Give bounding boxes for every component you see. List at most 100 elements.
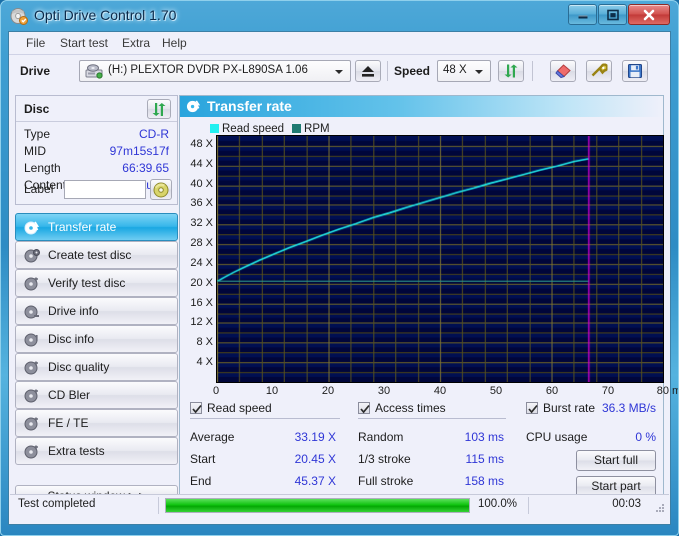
read-label-button[interactable] [150,179,172,200]
chart-panel: Transfer rate Read speed RPM 4 X 8 X 12 X 16… [179,95,679,513]
chart-plot-area [216,135,664,383]
client-area: File Start test Extra Help Drive (H:) PL… [8,31,679,525]
stat-end-value: 45.37 X [294,474,336,488]
y-tick-label: 12 X [190,316,213,329]
drive-value: (H:) PLEXTOR DVDR PX-L890SA 1.06 [108,64,308,76]
stat-start-value: 20.45 X [294,452,336,466]
progress-bar [165,498,470,513]
refresh-speed-button[interactable] [498,60,524,82]
access-times-checkbox[interactable] [358,402,370,414]
menu-item-start-test[interactable]: Start test [55,35,113,52]
title-bar: Opti Drive Control 1.70 [0,0,679,33]
sidebar-item-create-test-disc[interactable]: Create test disc [15,241,178,269]
disc-row-type-value: CD-R [139,127,169,141]
y-tick-label: 4 X [196,356,213,369]
menu-item-extra[interactable]: Extra [117,35,155,52]
y-tick-label: 16 X [190,296,213,309]
chart-panel-header: Transfer rate [180,96,663,117]
chart-x-axis: 0 10 20 30 40 50 60 70 80 min [180,384,679,400]
sidebar-label: CD Bler [48,388,91,402]
progress-percent: 100.0% [478,498,518,510]
progress-bar-fill [166,499,469,512]
status-bar: Test completed 100.0% 00:03 [10,494,669,515]
sidebar-item-extra-tests[interactable]: Extra tests [15,437,178,465]
speed-select[interactable]: 48 X [437,60,491,82]
y-tick-label: 24 X [190,256,213,269]
refresh-disc-button[interactable] [147,99,171,119]
sidebar-label: Verify test disc [48,276,126,290]
maximize-button[interactable] [598,4,627,25]
start-part-label: Start part [591,479,641,493]
sidebar-label: Disc info [48,332,95,346]
drive-select[interactable]: (H:) PLEXTOR DVDR PX-L890SA 1.06 [79,60,351,82]
disc-row-length-name: Length [24,161,61,175]
disc-transfer-icon [24,220,40,236]
sidebar-label: Disc quality [48,360,110,374]
legend-label-read-speed: Read speed [222,123,285,135]
y-tick-label: 32 X [190,217,213,230]
disc-row-mid-value: 97m15s17f [109,144,169,158]
close-button[interactable] [628,4,670,25]
erase-disc-button[interactable] [550,60,576,82]
read-speed-checkbox-label: Read speed [207,401,272,415]
stat-random-name: Random [358,430,404,444]
disc-row-type-name: Type [24,127,51,141]
eject-button[interactable] [355,60,381,82]
sidebar-item-verify-test-disc[interactable]: Verify test disc [15,269,178,297]
chart-title: Transfer rate [207,98,292,114]
start-full-button[interactable]: Start full [576,450,656,471]
sidebar-item-cd-bler[interactable]: CD Bler [15,381,178,409]
disc-label-input[interactable] [64,180,146,199]
stat-end-name: End [190,474,212,488]
read-speed-checkbox[interactable] [190,402,202,414]
tools-button[interactable] [586,60,612,82]
cpu-usage-name: CPU usage [526,430,588,444]
stat-full-stroke-value: 158 ms [464,474,504,488]
stat-third-stroke-name: 1/3 stroke [358,452,411,466]
drive-icon [85,64,103,79]
y-tick-label: 48 X [190,137,213,150]
menu-item-file[interactable]: File [21,35,50,52]
start-full-label: Start full [593,453,638,467]
save-button[interactable] [622,60,648,82]
drive-toolbar: Drive (H:) PLEXTOR DVDR PX-L890SA 1.06 S… [9,55,670,88]
x-tick-label: 20 [321,385,335,397]
stats-area: Read speed Average 33.19 X Start 20.45 X… [186,401,658,509]
x-tick-label: 60 [545,385,559,397]
sidebar-label: Transfer rate [48,220,117,234]
sidebar-label: FE / TE [48,416,89,430]
sidebar-item-disc-info[interactable]: Disc info [15,325,178,353]
burst-rate-checkbox[interactable] [526,402,538,414]
resize-grip[interactable] [654,501,666,513]
menu-item-help[interactable]: Help [157,35,192,52]
minimize-button[interactable] [568,4,597,25]
transfer-rate-icon [186,99,201,114]
sidebar-item-disc-quality[interactable]: Disc quality [15,353,178,381]
status-separator [158,497,159,514]
disc-bler-icon [24,388,40,404]
sidebar-label: Drive info [48,304,99,318]
access-times-checkbox-label: Access times [375,401,446,415]
sidebar-item-drive-info[interactable]: Drive info [15,297,178,325]
x-tick-label: 80 min [656,385,679,397]
stat-random-value: 103 ms [464,430,504,444]
stat-average-value: 33.19 X [294,430,336,444]
cpu-usage-value: 0 % [635,430,656,444]
toolbar-separator [532,61,533,81]
application-window: Opti Drive Control 1.70 File Start test … [0,0,679,536]
drive-info-icon [24,304,40,320]
sidebar-item-transfer-rate[interactable]: Transfer rate [15,213,178,241]
y-tick-label: 36 X [190,197,213,210]
speed-label: Speed [394,64,431,78]
sidebar-item-fe-te[interactable]: FE / TE [15,409,178,437]
legend-label-rpm: RPM [304,123,330,135]
chevron-down-icon [475,70,483,74]
x-tick-label: 50 [489,385,503,397]
x-tick-label: 30 [377,385,391,397]
stat-third-stroke-value: 115 ms [465,452,504,466]
disc-title: Disc [24,102,50,116]
legend-swatch-rpm [292,124,302,133]
disc-info-header: Disc [16,96,177,122]
disc-label-name: Label [24,182,54,196]
y-tick-label: 44 X [190,157,213,170]
